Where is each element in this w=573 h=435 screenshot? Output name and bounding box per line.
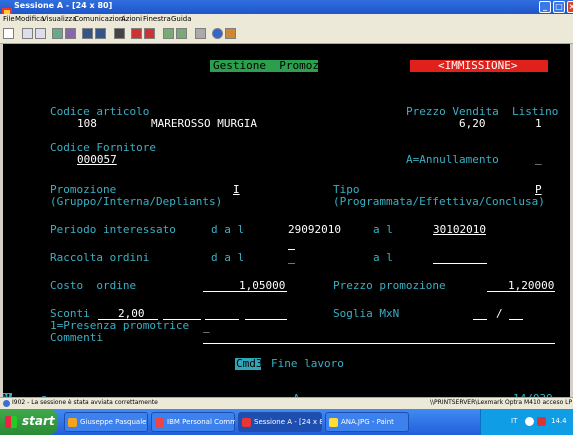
window-title: Sessione A - [24 x 80] (14, 1, 113, 10)
promozione-field[interactable]: I (233, 184, 240, 196)
listino-value: 1 (535, 117, 542, 130)
windows-flag-icon (5, 416, 17, 428)
system-tray: IT 14.4 (480, 409, 573, 435)
task-paint[interactable]: ANA.JPG - Paint (325, 412, 409, 432)
task-sessione-a[interactable]: Sessione A - [24 x 80] (238, 412, 322, 432)
transfer-icon[interactable] (163, 28, 174, 39)
codice-fornitore-field[interactable]: 000057 (77, 154, 117, 166)
promozione-hint: (Gruppo/Interna/Depliants) (50, 195, 223, 208)
commenti-label: Commenti (50, 331, 103, 344)
soglia-n-field[interactable] (509, 319, 523, 320)
periodo-al-field[interactable]: 30102010 (433, 224, 486, 236)
costo-ordine-field[interactable]: 1,05000 (239, 280, 285, 292)
network-icon[interactable] (525, 417, 534, 426)
menu-file[interactable]: File (3, 15, 15, 23)
raccolta-al-label: a l (373, 251, 393, 264)
articolo-descrizione: MAREROSSO MURGIA (151, 117, 257, 130)
tipo-hint: (Programmata/Effettiva/Conclusa) (333, 195, 545, 208)
security-icon[interactable] (537, 417, 546, 426)
sconto-3-field[interactable] (205, 319, 239, 320)
print-icon[interactable] (3, 28, 14, 39)
app-icon (2, 2, 12, 16)
language-indicator[interactable]: IT (511, 417, 517, 425)
soglia-separator: / (496, 307, 503, 320)
info-icon (3, 400, 10, 407)
cmd3-key[interactable]: Cmd3 (236, 358, 263, 370)
settings-icon[interactable] (195, 28, 206, 39)
minimize-button[interactable]: _ (539, 1, 551, 13)
raccolta-label: Raccolta ordini (50, 251, 150, 264)
prezzo-promozione-label: Prezzo promozione (333, 279, 446, 292)
send-icon[interactable] (52, 28, 63, 39)
header-mode: <IMMISSIONE> (438, 59, 518, 72)
status-message: I902 - La sessione è stata avviata corre… (12, 399, 158, 406)
task-ibm-personal-communications[interactable]: IBM Personal Commu... (151, 412, 235, 432)
prezzo-promozione-field[interactable]: 1,20000 (508, 280, 554, 292)
copy-icon[interactable] (22, 28, 33, 39)
fine-lavoro-label: Fine lavoro (271, 357, 344, 370)
ibm-icon (155, 418, 164, 427)
play-icon[interactable] (144, 28, 155, 39)
taskbar: start Giuseppe Pasquale - I... IBM Perso… (0, 409, 573, 435)
costo-ordine-label: Costo ordine (50, 279, 137, 292)
menu-visualizza[interactable]: Visualizza (42, 15, 76, 23)
codice-articolo-label: Codice articolo (50, 105, 150, 118)
task-giuseppe[interactable]: Giuseppe Pasquale - I... (64, 412, 148, 432)
transfer2-icon[interactable] (176, 28, 187, 39)
keyboard-icon[interactable] (95, 28, 106, 39)
terminal-icon (242, 418, 251, 427)
prezzo-vendita-value: 6,20 (459, 117, 486, 130)
printer-status: \\PRINTSERVER\Lexmark Optra M410 acceso … (430, 399, 573, 406)
display-icon[interactable] (82, 28, 93, 39)
menu-comunicazioni[interactable]: Comunicazioni (74, 15, 125, 23)
raccolta-dal-field[interactable] (288, 263, 295, 264)
raccolta-dal-cursor (288, 249, 295, 250)
record-icon[interactable] (131, 28, 142, 39)
menu-azioni[interactable]: Azioni (121, 15, 142, 23)
annullamento-field[interactable]: _ (535, 153, 542, 165)
terminal-screen[interactable]: Gestione Promozioni <IMMISSIONE> Codice … (0, 44, 573, 405)
presenza-field[interactable]: _ (203, 321, 210, 333)
commenti-field[interactable] (203, 343, 555, 344)
globe-icon[interactable] (212, 28, 223, 39)
toolbar (0, 25, 573, 44)
menu-guida[interactable]: Guida (171, 15, 192, 23)
raccolta-dal-label: d a l (211, 251, 245, 264)
macro-icon[interactable] (114, 28, 125, 39)
soglia-label: Soglia MxN (333, 307, 400, 320)
header-title: Gestione Promozioni (213, 59, 346, 72)
periodo-al-label: a l (373, 223, 393, 236)
raccolta-al-field[interactable] (433, 263, 487, 264)
browser-icon (68, 418, 77, 427)
maximize-button[interactable]: □ (553, 1, 565, 13)
start-button[interactable]: start (0, 409, 58, 435)
codice-articolo-value: 108 (77, 117, 97, 130)
periodo-dal-label: d a l (211, 223, 245, 236)
close-button[interactable]: × (567, 1, 573, 13)
sconto-4-field[interactable] (245, 319, 287, 320)
annullamento-label: A=Annullamento (406, 153, 499, 166)
menu-bar: File Modifica Visualizza Comunicazioni A… (0, 14, 573, 25)
clock: 14.4 (551, 417, 567, 425)
paste-icon[interactable] (35, 28, 46, 39)
menu-finestra[interactable]: Finestra (143, 15, 171, 23)
soglia-m-field[interactable] (473, 319, 487, 320)
window-title-bar[interactable]: Sessione A - [24 x 80] _ □ × (0, 0, 573, 16)
edit-icon[interactable] (225, 28, 236, 39)
paint-icon (329, 418, 338, 427)
periodo-label: Periodo interessato (50, 223, 176, 236)
periodo-dal-value[interactable]: 29092010 (288, 224, 341, 236)
receive-icon[interactable] (65, 28, 76, 39)
status-bar: I902 - La sessione è stata avviata corre… (0, 397, 573, 409)
menu-modifica[interactable]: Modifica (15, 15, 44, 23)
